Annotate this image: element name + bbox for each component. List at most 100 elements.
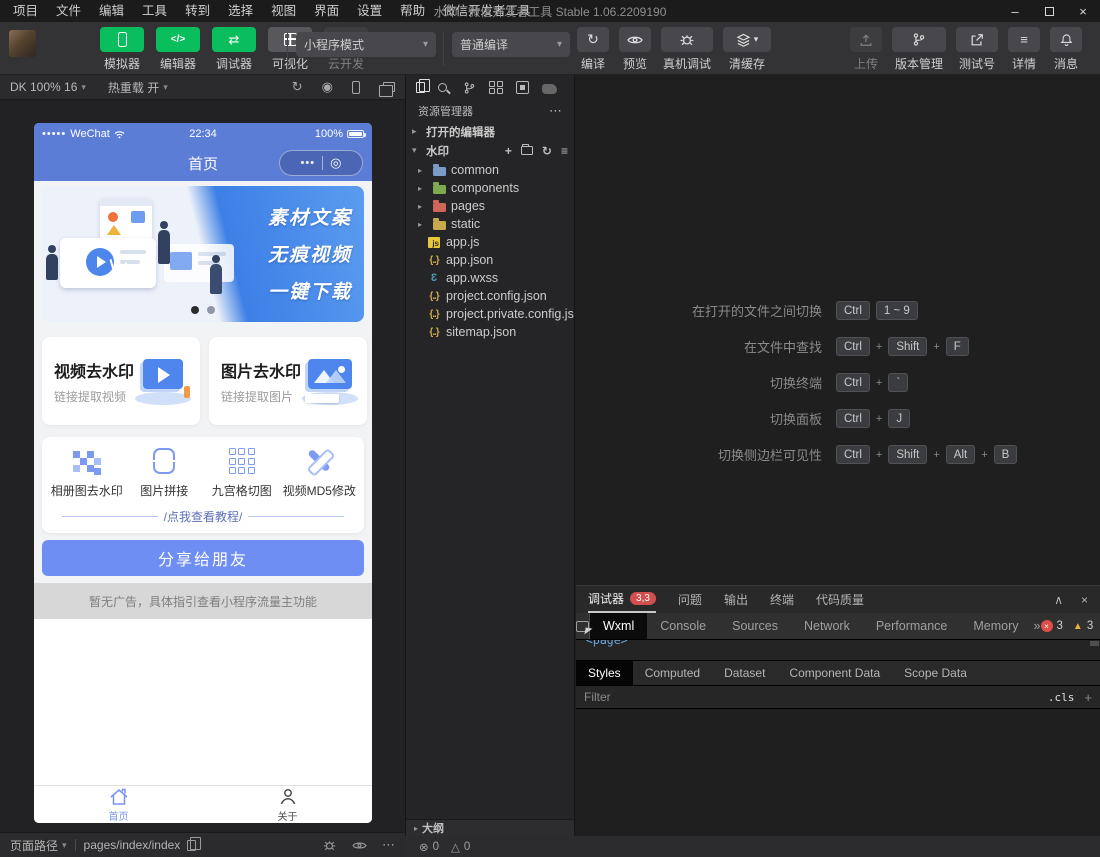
- toggle-debugger[interactable]: ⇄ 调试器: [210, 27, 258, 72]
- tab-terminal[interactable]: 终端: [770, 586, 794, 613]
- version-control-button[interactable]: 版本管理: [892, 27, 946, 72]
- tab-dataset[interactable]: Dataset: [712, 661, 777, 685]
- tab-problems[interactable]: 问题: [678, 586, 702, 613]
- maximize-button[interactable]: [1032, 0, 1066, 22]
- feature-image-stitch[interactable]: 图片拼接: [126, 447, 204, 499]
- more-tabs-icon[interactable]: »: [1034, 619, 1041, 633]
- refresh-icon[interactable]: ↻: [542, 144, 552, 158]
- page-path-label[interactable]: 页面路径: [10, 837, 58, 854]
- wxml-node-snippet[interactable]: <page>: [586, 640, 628, 647]
- collapse-all-icon[interactable]: ≡: [561, 144, 568, 158]
- close-icon[interactable]: ×: [1081, 593, 1088, 607]
- toggle-editor[interactable]: </> 编辑器: [154, 27, 202, 72]
- messages-button[interactable]: 消息: [1050, 27, 1082, 72]
- menu-project[interactable]: 项目: [4, 0, 47, 22]
- tree-file-project-config[interactable]: {..} project.config.json: [406, 287, 574, 305]
- carousel-dot[interactable]: [207, 306, 215, 314]
- warning-counter[interactable]: △ 0: [451, 840, 470, 854]
- tree-folder-static[interactable]: ▸ static: [406, 215, 574, 233]
- more-icon[interactable]: ⋯: [549, 103, 562, 119]
- exit-target-icon[interactable]: ◎: [330, 155, 341, 171]
- tree-file-app-js[interactable]: js app.js: [406, 233, 574, 251]
- device-frame-icon[interactable]: [352, 81, 360, 94]
- tab-component-data[interactable]: Component Data: [777, 661, 892, 685]
- add-style-icon[interactable]: +: [1084, 690, 1092, 705]
- outline-section[interactable]: ▸ 大纲: [406, 819, 574, 836]
- tab-code-quality[interactable]: 代码质量: [816, 586, 864, 613]
- new-folder-icon[interactable]: [521, 146, 533, 155]
- device-selector[interactable]: DK 100% 16 ▾: [10, 80, 86, 94]
- tree-file-sitemap[interactable]: {..} sitemap.json: [406, 323, 574, 341]
- refresh-icon[interactable]: ↻: [292, 79, 303, 95]
- toggle-simulator[interactable]: 模拟器: [98, 27, 146, 72]
- close-button[interactable]: ×: [1066, 0, 1100, 22]
- tree-folder-components[interactable]: ▸ components: [406, 179, 574, 197]
- menu-edit[interactable]: 编辑: [90, 0, 133, 22]
- error-count[interactable]: 3: [1057, 620, 1063, 632]
- devtools-tab-sources[interactable]: Sources: [719, 613, 791, 639]
- tutorial-link[interactable]: /点我查看教程/: [48, 508, 358, 525]
- image-watermark-card[interactable]: 图片去水印 链接提取图片: [209, 337, 367, 425]
- test-account-button[interactable]: 测试号: [956, 27, 998, 72]
- user-avatar[interactable]: [9, 30, 36, 57]
- error-counter[interactable]: ⊗ 0: [419, 840, 439, 854]
- tab-computed[interactable]: Computed: [633, 661, 712, 685]
- warning-count[interactable]: 3: [1087, 620, 1093, 632]
- banner-carousel[interactable]: 素材文案 无痕视频 一键下载: [42, 186, 364, 322]
- tree-folder-pages[interactable]: ▸ pages: [406, 197, 574, 215]
- tree-file-project-private-config[interactable]: {..} project.private.config.js...: [406, 305, 574, 323]
- tree-file-app-json[interactable]: {..} app.json: [406, 251, 574, 269]
- video-watermark-card[interactable]: 视频去水印 链接提取视频: [42, 337, 200, 425]
- compile-button[interactable]: ↻ 编译: [577, 27, 609, 72]
- clear-cache-button[interactable]: ▾ 清缓存: [723, 27, 771, 72]
- carousel-dot-active[interactable]: [191, 306, 199, 314]
- devtools-tab-wxml[interactable]: Wxml: [590, 613, 647, 639]
- source-control-icon[interactable]: [463, 81, 476, 95]
- devtools-tab-performance[interactable]: Performance: [863, 613, 961, 639]
- search-icon[interactable]: [438, 83, 447, 92]
- miniprogram-capsule[interactable]: ••• ◎: [279, 150, 363, 176]
- tab-debugger[interactable]: 调试器 3,3: [588, 586, 656, 613]
- scrollbar-thumb[interactable]: [1090, 641, 1099, 646]
- menu-view[interactable]: 视图: [262, 0, 305, 22]
- menu-select[interactable]: 选择: [219, 0, 262, 22]
- record-icon[interactable]: ◉: [322, 79, 333, 95]
- cls-button[interactable]: .cls: [1048, 691, 1075, 704]
- copy-icon[interactable]: [187, 840, 196, 851]
- compile-mode-select[interactable]: 普通编译 ▾: [452, 32, 570, 57]
- menu-help[interactable]: 帮助: [391, 0, 434, 22]
- details-button[interactable]: ≡ 详情: [1008, 27, 1040, 72]
- tree-file-app-wxss[interactable]: 3 app.wxss: [406, 269, 574, 287]
- inspect-element-button[interactable]: [576, 613, 590, 639]
- files-icon[interactable]: [416, 82, 425, 93]
- mode-select[interactable]: 小程序模式 ▾: [296, 32, 436, 57]
- tab-about[interactable]: 关于: [203, 786, 372, 823]
- menu-interface[interactable]: 界面: [305, 0, 348, 22]
- feature-album-watermark[interactable]: 相册图去水印: [48, 447, 126, 499]
- bug-icon[interactable]: [322, 838, 337, 852]
- devtools-tab-console[interactable]: Console: [647, 613, 719, 639]
- remote-debug-button[interactable]: 真机调试: [661, 27, 713, 72]
- devtools-tab-memory[interactable]: Memory: [960, 613, 1031, 639]
- new-file-icon[interactable]: +: [505, 144, 512, 158]
- tree-folder-common[interactable]: ▸ common: [406, 161, 574, 179]
- hot-reload-toggle[interactable]: 热重载 开 ▾: [108, 79, 168, 96]
- more-dots-icon[interactable]: •••: [301, 157, 316, 169]
- preview-button[interactable]: 预览: [619, 27, 651, 72]
- tab-styles[interactable]: Styles: [576, 661, 633, 685]
- more-icon[interactable]: ⋯: [382, 837, 395, 853]
- npm-scripts-icon[interactable]: [516, 81, 529, 94]
- upload-button[interactable]: 上传: [850, 27, 882, 72]
- menu-settings[interactable]: 设置: [348, 0, 391, 22]
- multi-window-icon[interactable]: [383, 82, 395, 92]
- devtools-tab-network[interactable]: Network: [791, 613, 863, 639]
- filter-input[interactable]: [584, 690, 1048, 704]
- share-button[interactable]: 分享给朋友: [42, 540, 364, 576]
- minimize-button[interactable]: –: [998, 0, 1032, 22]
- menu-file[interactable]: 文件: [47, 0, 90, 22]
- eye-icon[interactable]: [352, 840, 367, 851]
- wxml-element-tree[interactable]: <page>: [576, 640, 1100, 661]
- project-root-section[interactable]: ▾ 水印 + ↻ ≡: [406, 141, 574, 160]
- feature-md5-modify[interactable]: 视频MD5修改: [281, 447, 359, 499]
- open-editors-section[interactable]: ▸ 打开的编辑器: [406, 122, 574, 141]
